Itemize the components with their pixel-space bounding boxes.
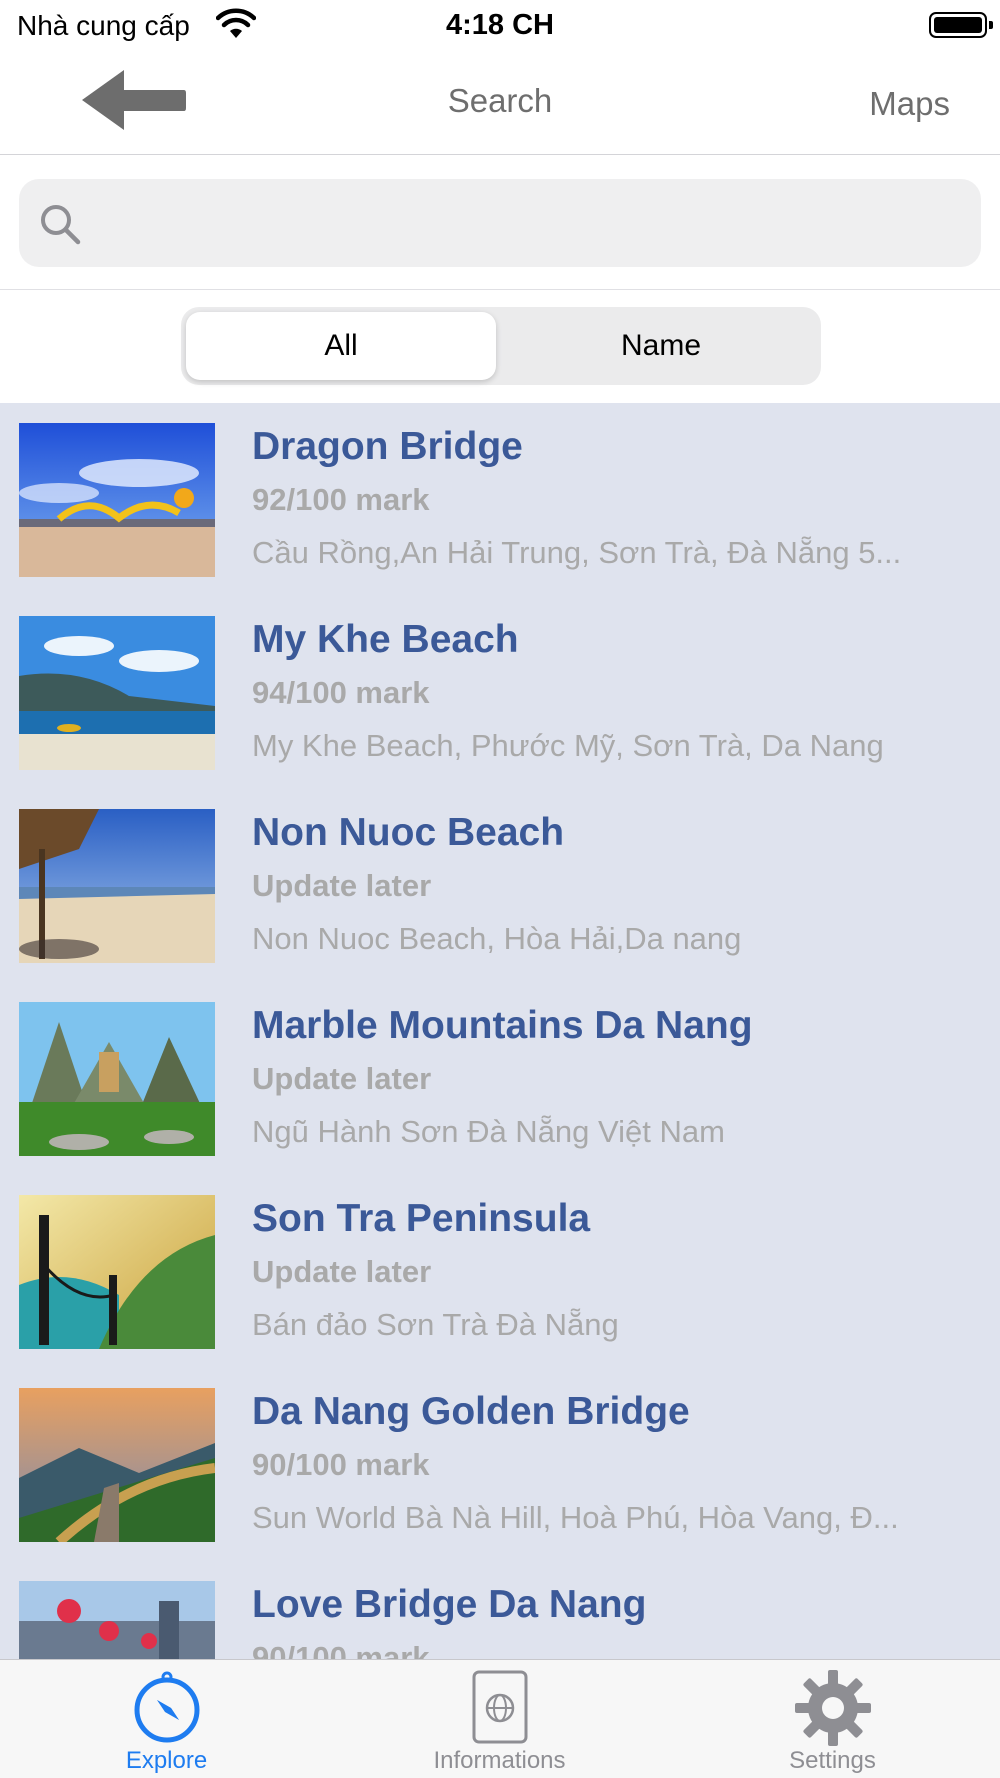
search-input[interactable] [99, 179, 959, 267]
search-area [0, 156, 1000, 290]
place-title: Son Tra Peninsula [252, 1197, 591, 1240]
tab-bar: Explore Informations Settings [0, 1659, 1000, 1778]
search-bar[interactable] [19, 179, 981, 267]
tab-settings-label: Settings [789, 1747, 876, 1774]
place-address: Sun World Bà Nà Hill, Hoà Phú, Hòa Vang,… [252, 1500, 899, 1535]
passport-icon [472, 1670, 527, 1744]
status-bar: Nhà cung cấp 4:18 CH [0, 0, 1000, 50]
list-item-love-bridge[interactable]: Love Bridge Da Nang 90/100 mark [0, 1561, 1000, 1659]
place-score: Update later [252, 1061, 432, 1096]
place-title: Da Nang Golden Bridge [252, 1390, 690, 1433]
place-score: Update later [252, 868, 432, 903]
list-item-marble-mountains[interactable]: Marble Mountains Da Nang Update later Ng… [0, 982, 1000, 1175]
gear-icon [794, 1670, 871, 1746]
place-title: Non Nuoc Beach [252, 811, 565, 854]
place-title: Love Bridge Da Nang [252, 1583, 647, 1626]
place-score: 90/100 mark [252, 1640, 430, 1659]
place-thumbnail [19, 1581, 215, 1659]
segment-all[interactable]: All [186, 312, 496, 380]
place-address: My Khe Beach, Phước Mỹ, Sơn Trà, Da Nang [252, 728, 884, 763]
place-thumbnail [19, 616, 215, 770]
place-thumbnail [19, 1388, 215, 1542]
place-thumbnail [19, 809, 215, 963]
tab-informations[interactable]: Informations [333, 1660, 666, 1778]
segment-name[interactable]: Name [506, 312, 816, 380]
navigation-bar: Search Maps [0, 50, 1000, 155]
list-item-dragon-bridge[interactable]: Dragon Bridge 92/100 mark Cầu Rồng,An Hả… [0, 403, 1000, 596]
list-item-non-nuoc-beach[interactable]: Non Nuoc Beach Update later Non Nuoc Bea… [0, 789, 1000, 982]
filter-segmented-control: All Name [181, 307, 821, 385]
list-item-golden-bridge[interactable]: Da Nang Golden Bridge 90/100 mark Sun Wo… [0, 1368, 1000, 1561]
place-score: Update later [252, 1254, 432, 1289]
search-icon [41, 205, 81, 245]
place-score: 94/100 mark [252, 675, 430, 710]
compass-icon [134, 1671, 199, 1743]
place-thumbnail [19, 1002, 215, 1156]
list-item-my-khe-beach[interactable]: My Khe Beach 94/100 mark My Khe Beach, P… [0, 596, 1000, 789]
tab-explore[interactable]: Explore [0, 1660, 333, 1778]
tab-informations-label: Informations [433, 1747, 566, 1774]
status-time: 4:18 CH [446, 9, 554, 41]
filter-area: All Name [0, 291, 1000, 403]
place-score: 90/100 mark [252, 1447, 430, 1482]
list-item-son-tra-peninsula[interactable]: Son Tra Peninsula Update later Bán đảo S… [0, 1175, 1000, 1368]
place-thumbnail [19, 423, 215, 577]
battery-icon [929, 12, 993, 38]
place-address: Cầu Rồng,An Hải Trung, Sơn Trà, Đà Nẵng … [252, 535, 902, 570]
maps-button[interactable]: Maps [869, 85, 950, 123]
place-title: Marble Mountains Da Nang [252, 1004, 753, 1047]
place-address: Non Nuoc Beach, Hòa Hải,Da nang [252, 921, 742, 956]
place-address: Bán đảo Sơn Trà Đà Nẵng [252, 1307, 619, 1342]
page-title: Search [447, 82, 553, 119]
place-score: 92/100 mark [252, 482, 430, 517]
place-thumbnail [19, 1195, 215, 1349]
places-list[interactable]: Dragon Bridge 92/100 mark Cầu Rồng,An Hả… [0, 403, 1000, 1659]
tab-explore-label: Explore [125, 1747, 208, 1774]
place-address: Ngũ Hành Sơn Đà Nẵng Việt Nam [252, 1114, 725, 1149]
place-title: My Khe Beach [252, 618, 519, 661]
place-title: Dragon Bridge [252, 425, 523, 468]
tab-settings[interactable]: Settings [666, 1660, 999, 1778]
